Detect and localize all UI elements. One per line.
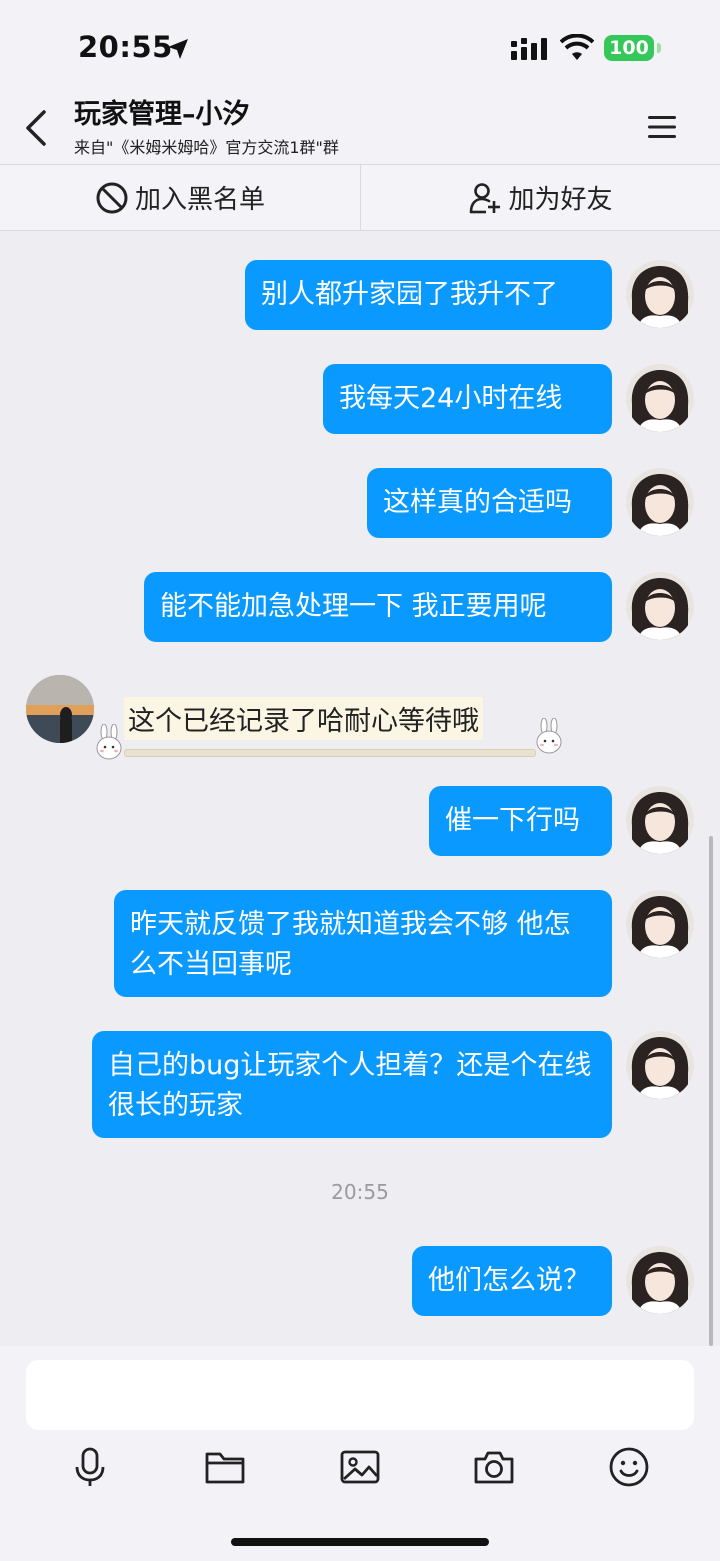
chat-header: 玩家管理–小汐 来自"《米姆米姆哈》官方交流1群"群 (0, 92, 720, 165)
chat-subtitle: 来自"《米姆米姆哈》官方交流1群"群 (74, 138, 339, 157)
back-chevron-icon[interactable] (22, 108, 52, 148)
block-icon (96, 182, 128, 213)
add-friend-button[interactable]: 加为好友 (361, 165, 720, 230)
blacklist-button[interactable]: 加入黑名单 (0, 165, 360, 230)
message-bubble-outgoing[interactable]: 别人都升家园了我升不了 (245, 260, 612, 330)
action-bar: 加入黑名单 加为好友 (0, 165, 720, 231)
chat-title: 玩家管理–小汐 (74, 99, 250, 130)
bunny-sticker-icon (536, 718, 562, 754)
add-friend-label: 加为好友 (508, 185, 613, 215)
message-bubble-outgoing[interactable]: 催一下行吗 (429, 786, 612, 856)
camera-icon[interactable] (473, 1446, 515, 1488)
status-bar: 20:55 100 (0, 0, 720, 92)
microphone-icon[interactable] (69, 1446, 111, 1488)
avatar[interactable] (626, 1031, 694, 1099)
message-bubble-outgoing[interactable]: 他们怎么说？ (412, 1246, 612, 1316)
message-bubble-outgoing[interactable]: 昨天就反馈了我就知道我会不够 他怎么不当回事呢 (114, 890, 612, 997)
avatar[interactable] (626, 260, 694, 328)
message-timestamp: 20:55 (331, 1180, 389, 1204)
message-input[interactable] (26, 1360, 694, 1430)
location-arrow-icon (168, 39, 188, 59)
scrollbar[interactable] (709, 836, 713, 1346)
message-bubble-outgoing[interactable]: 能不能加急处理一下 我正要用呢 (144, 572, 612, 642)
folder-icon[interactable] (204, 1446, 246, 1488)
bunny-sticker-icon (96, 724, 122, 760)
message-bubble-outgoing[interactable]: 我每天24小时在线 (323, 364, 612, 434)
chat-messages[interactable]: 别人都升家园了我升不了 我每天24小时在线 这样真的合适吗 能不能加急处理一下 … (0, 231, 720, 1346)
input-bar (0, 1346, 720, 1561)
battery-icon: 100 (604, 35, 654, 61)
avatar[interactable] (626, 468, 694, 536)
message-bubble-outgoing[interactable]: 自己的bug让玩家个人担着？还是个在线很长的玩家 (92, 1031, 612, 1138)
battery-tip (657, 43, 661, 53)
wifi-icon (560, 34, 594, 60)
avatar[interactable] (626, 572, 694, 640)
avatar[interactable] (626, 364, 694, 432)
avatar[interactable] (626, 890, 694, 958)
avatar[interactable] (626, 786, 694, 854)
menu-icon[interactable] (646, 112, 678, 142)
avatar[interactable] (26, 675, 94, 743)
image-icon[interactable] (339, 1446, 381, 1488)
emoji-icon[interactable] (608, 1446, 650, 1488)
signal-icon (511, 38, 547, 60)
add-person-icon (470, 182, 501, 213)
bubble-decoration (124, 749, 536, 757)
message-bubble-incoming[interactable]: 这个已经记录了哈耐心等待哦 (124, 697, 483, 740)
home-indicator[interactable] (231, 1538, 489, 1546)
status-time: 20:55 (78, 30, 173, 64)
blacklist-label: 加入黑名单 (134, 185, 265, 215)
avatar[interactable] (626, 1246, 694, 1314)
message-bubble-outgoing[interactable]: 这样真的合适吗 (367, 468, 612, 538)
